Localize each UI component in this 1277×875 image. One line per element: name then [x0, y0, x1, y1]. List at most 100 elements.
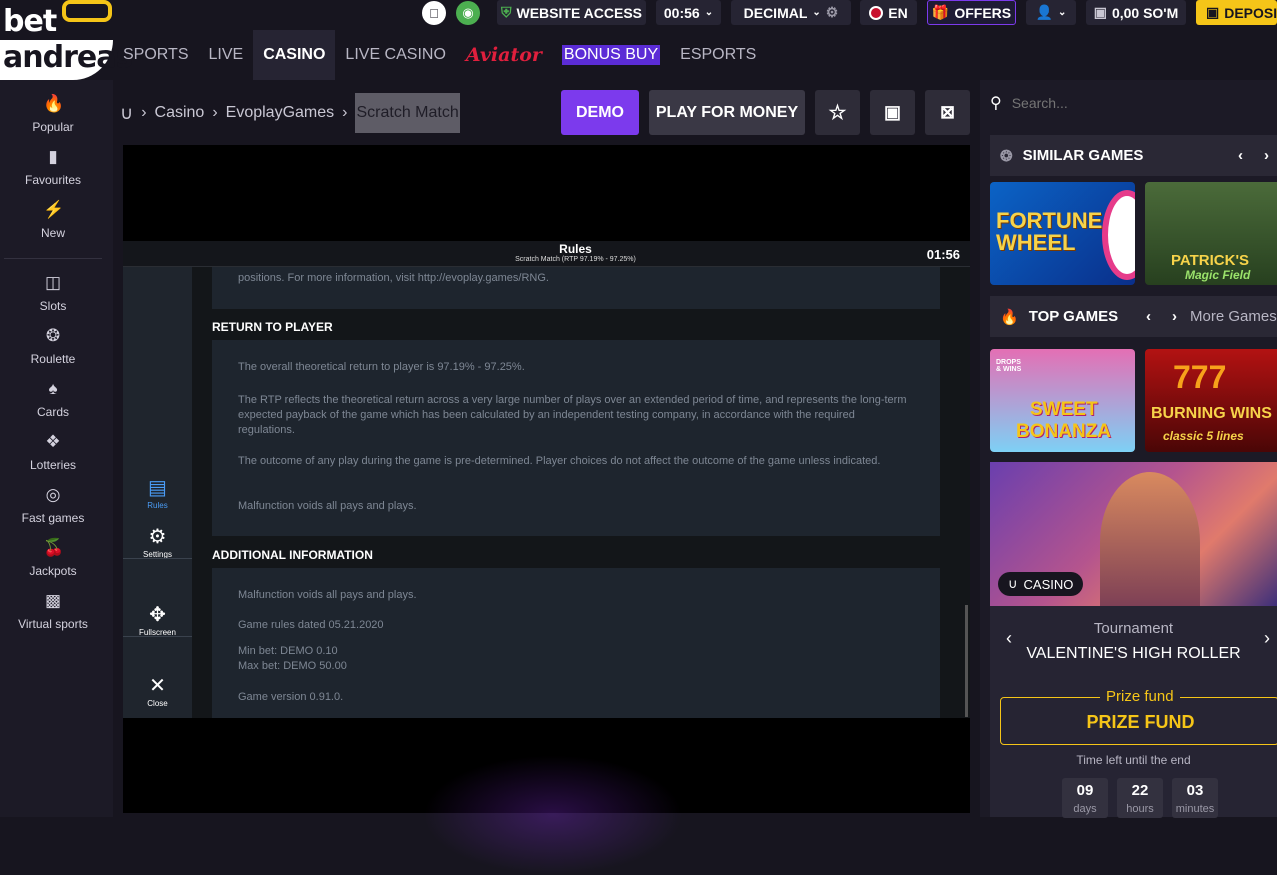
- chevron-right-icon[interactable]: ›: [1264, 147, 1269, 164]
- nav-esports[interactable]: ESPORTS: [670, 30, 766, 80]
- website-access-label: WEBSITE ACCESS: [516, 4, 643, 21]
- rules-content[interactable]: positions. For more information, visit h…: [192, 267, 970, 718]
- sidebar-item-slots[interactable]: ◫ Slots: [0, 273, 106, 313]
- sidebar-label: Roulette: [30, 352, 76, 366]
- site-logo[interactable]: bet andreas: [0, 0, 133, 80]
- close-tab[interactable]: ✕ Close: [123, 675, 192, 708]
- chevron-left-icon[interactable]: ‹: [1238, 147, 1243, 164]
- sidebar-item-roulette[interactable]: ❂ Roulette: [0, 326, 106, 366]
- info-text: Game version 0.91.0.: [238, 691, 344, 703]
- sidebar-item-cards[interactable]: ♠ Cards: [0, 379, 106, 419]
- game-thumb-burning-wins[interactable]: 777 BURNING WINS classic 5 lines: [1145, 349, 1277, 452]
- nav-sports[interactable]: SPORTS: [113, 30, 199, 80]
- horseshoe-icon: ∪: [1008, 576, 1018, 591]
- apple-app-icon[interactable]: : [422, 1, 446, 25]
- sweet-bonanza-title: SWEET: [1030, 399, 1098, 420]
- side-divider: [123, 636, 192, 637]
- shield-icon: ⛨: [501, 4, 512, 20]
- rules-tab[interactable]: ▤ Rules: [123, 477, 192, 510]
- offers-button[interactable]: 🎁 OFFERS: [927, 0, 1016, 25]
- user-menu[interactable]: 👤 ⌄: [1026, 0, 1076, 25]
- game-thumb-sweet-bonanza[interactable]: DROPS & WINS SWEET BONANZA: [990, 349, 1135, 452]
- tournament-label: Tournament: [1093, 620, 1174, 637]
- gift-icon: 🎁: [931, 4, 950, 20]
- chevron-left-icon[interactable]: ‹: [1146, 308, 1151, 325]
- settings-tab[interactable]: ⚙ Settings: [123, 526, 192, 559]
- search-bar[interactable]: ⚲: [980, 80, 1277, 125]
- burning-wins-title: BURNING WINS: [1151, 405, 1272, 422]
- rtp-card: The overall theoretical return to player…: [212, 340, 940, 536]
- language-selector[interactable]: EN: [860, 0, 917, 25]
- favourite-star-button[interactable]: ☆: [815, 90, 860, 135]
- rules-icon: ▤: [148, 477, 167, 499]
- clock-label: 00:56: [663, 4, 700, 21]
- rtp-heading: RETURN TO PLAYER: [212, 320, 333, 334]
- sidebar-item-lotteries[interactable]: ❖ Lotteries: [0, 432, 106, 472]
- rules-subtitle: Scratch Match (RTP 97.19% - 97.25%): [515, 256, 636, 263]
- android-app-icon[interactable]: ◉: [456, 1, 480, 25]
- sidebar-item-new[interactable]: ⚡ New: [0, 200, 106, 240]
- nav-casino[interactable]: CASINO: [253, 30, 336, 80]
- chevron-down-icon: ⌄: [812, 7, 821, 18]
- nav-bonus-buy[interactable]: BONUS BUY: [552, 30, 670, 80]
- sidebar-label: Favourites: [24, 173, 82, 187]
- gear-icon: ⚙: [825, 4, 839, 20]
- chevron-down-icon: ⌄: [1058, 7, 1067, 18]
- nav-live-casino[interactable]: LIVE CASINO: [335, 30, 455, 80]
- minutes-label: minutes: [1175, 803, 1215, 815]
- chevron-right-icon: ›: [212, 104, 218, 121]
- sidebar-item-virtual-sports[interactable]: ▩ Virtual sports: [0, 591, 106, 631]
- game-thumb-fortune-wheel[interactable]: FORTUNE WHEEL: [990, 182, 1135, 285]
- sevens-graphic: 777: [1173, 359, 1227, 395]
- nav-live[interactable]: LIVE: [199, 30, 254, 80]
- uk-flag-icon: [869, 5, 884, 20]
- demo-button[interactable]: DEMO: [561, 90, 639, 135]
- sidebar-item-jackpots[interactable]: 🍒 Jackpots: [0, 538, 106, 578]
- game-thumb-patricks[interactable]: PATRICK'S Magic Field: [1145, 182, 1277, 285]
- balance-display[interactable]: ▣ 0,00 SO'M: [1086, 0, 1186, 25]
- sidebar-item-fast-games[interactable]: ◎ Fast games: [0, 485, 106, 525]
- rules-title: Rules: [559, 242, 592, 256]
- game-frame[interactable]: Rules Scratch Match (RTP 97.19% - 97.25%…: [123, 145, 970, 875]
- logo-blob: andreas: [0, 40, 133, 80]
- fortune-wheel-title: FORTUNE WHEEL: [996, 208, 1103, 255]
- tournament-name: VALENTINE'S HIGH ROLLER: [1026, 645, 1241, 662]
- deposit-button[interactable]: ▣ DEPOSIT: [1196, 0, 1277, 25]
- sidebar-label: Cards: [36, 405, 69, 419]
- wallet-icon: ▣: [1093, 4, 1107, 20]
- prize-fund-box: Prize fund PRIZE FUND: [1000, 688, 1277, 745]
- nav-aviator[interactable]: Aviator: [456, 30, 552, 80]
- search-input[interactable]: [1011, 94, 1252, 111]
- main-nav: SPORTS LIVE CASINO LIVE CASINO Aviator B…: [113, 30, 766, 80]
- fullscreen-tab[interactable]: ✥ Fullscreen: [123, 604, 192, 637]
- horseshoe-icon[interactable]: ∪: [120, 103, 133, 124]
- play-for-money-button[interactable]: PLAY FOR MONEY: [649, 90, 805, 135]
- countdown-minutes: 03 minutes: [1172, 778, 1218, 818]
- burning-wins-subtitle: classic 5 lines: [1163, 429, 1244, 443]
- sidebar-item-favourites[interactable]: ▮ Favourites: [0, 147, 106, 187]
- fullscreen-button[interactable]: ▣: [870, 90, 915, 135]
- sidebar-item-popular[interactable]: 🔥 Popular: [0, 94, 106, 134]
- expand-icon: ✥: [149, 604, 166, 626]
- prize-fund-value: PRIZE FUND: [1086, 712, 1195, 732]
- similar-games-title: SIMILAR GAMES: [1022, 147, 1144, 164]
- rules-scrollbar[interactable]: [965, 605, 968, 717]
- breadcrumb-provider[interactable]: EvoplayGames: [226, 104, 335, 122]
- chevron-down-icon: ⌄: [704, 7, 714, 18]
- clock-dropdown[interactable]: 00:56 ⌄: [656, 0, 721, 25]
- chevron-right-icon[interactable]: ›: [1172, 308, 1177, 325]
- website-access-button[interactable]: ⛨ WEBSITE ACCESS: [497, 0, 646, 25]
- breadcrumb-casino[interactable]: Casino: [155, 104, 205, 122]
- bonus-buy-label: BONUS BUY: [561, 45, 661, 65]
- minutes-value: 03: [1186, 782, 1204, 799]
- odds-format-dropdown[interactable]: DECIMAL ⌄ ⚙: [731, 0, 851, 25]
- more-games-link[interactable]: More Games: [1190, 308, 1277, 325]
- rtp-text: The RTP reflects the theoretical return …: [238, 394, 907, 436]
- patricks-title: PATRICK'S: [1171, 252, 1250, 269]
- close-tab-label: Close: [147, 699, 168, 708]
- rules-card: positions. For more information, visit h…: [212, 267, 940, 309]
- info-text: Min bet: DEMO 0.10: [238, 645, 338, 657]
- tournament-card[interactable]: ∪ CASINO ‹ › Tournament VALENTINE'S HIGH…: [990, 462, 1277, 818]
- days-label: days: [1073, 803, 1097, 815]
- close-game-button[interactable]: ⊠: [925, 90, 970, 135]
